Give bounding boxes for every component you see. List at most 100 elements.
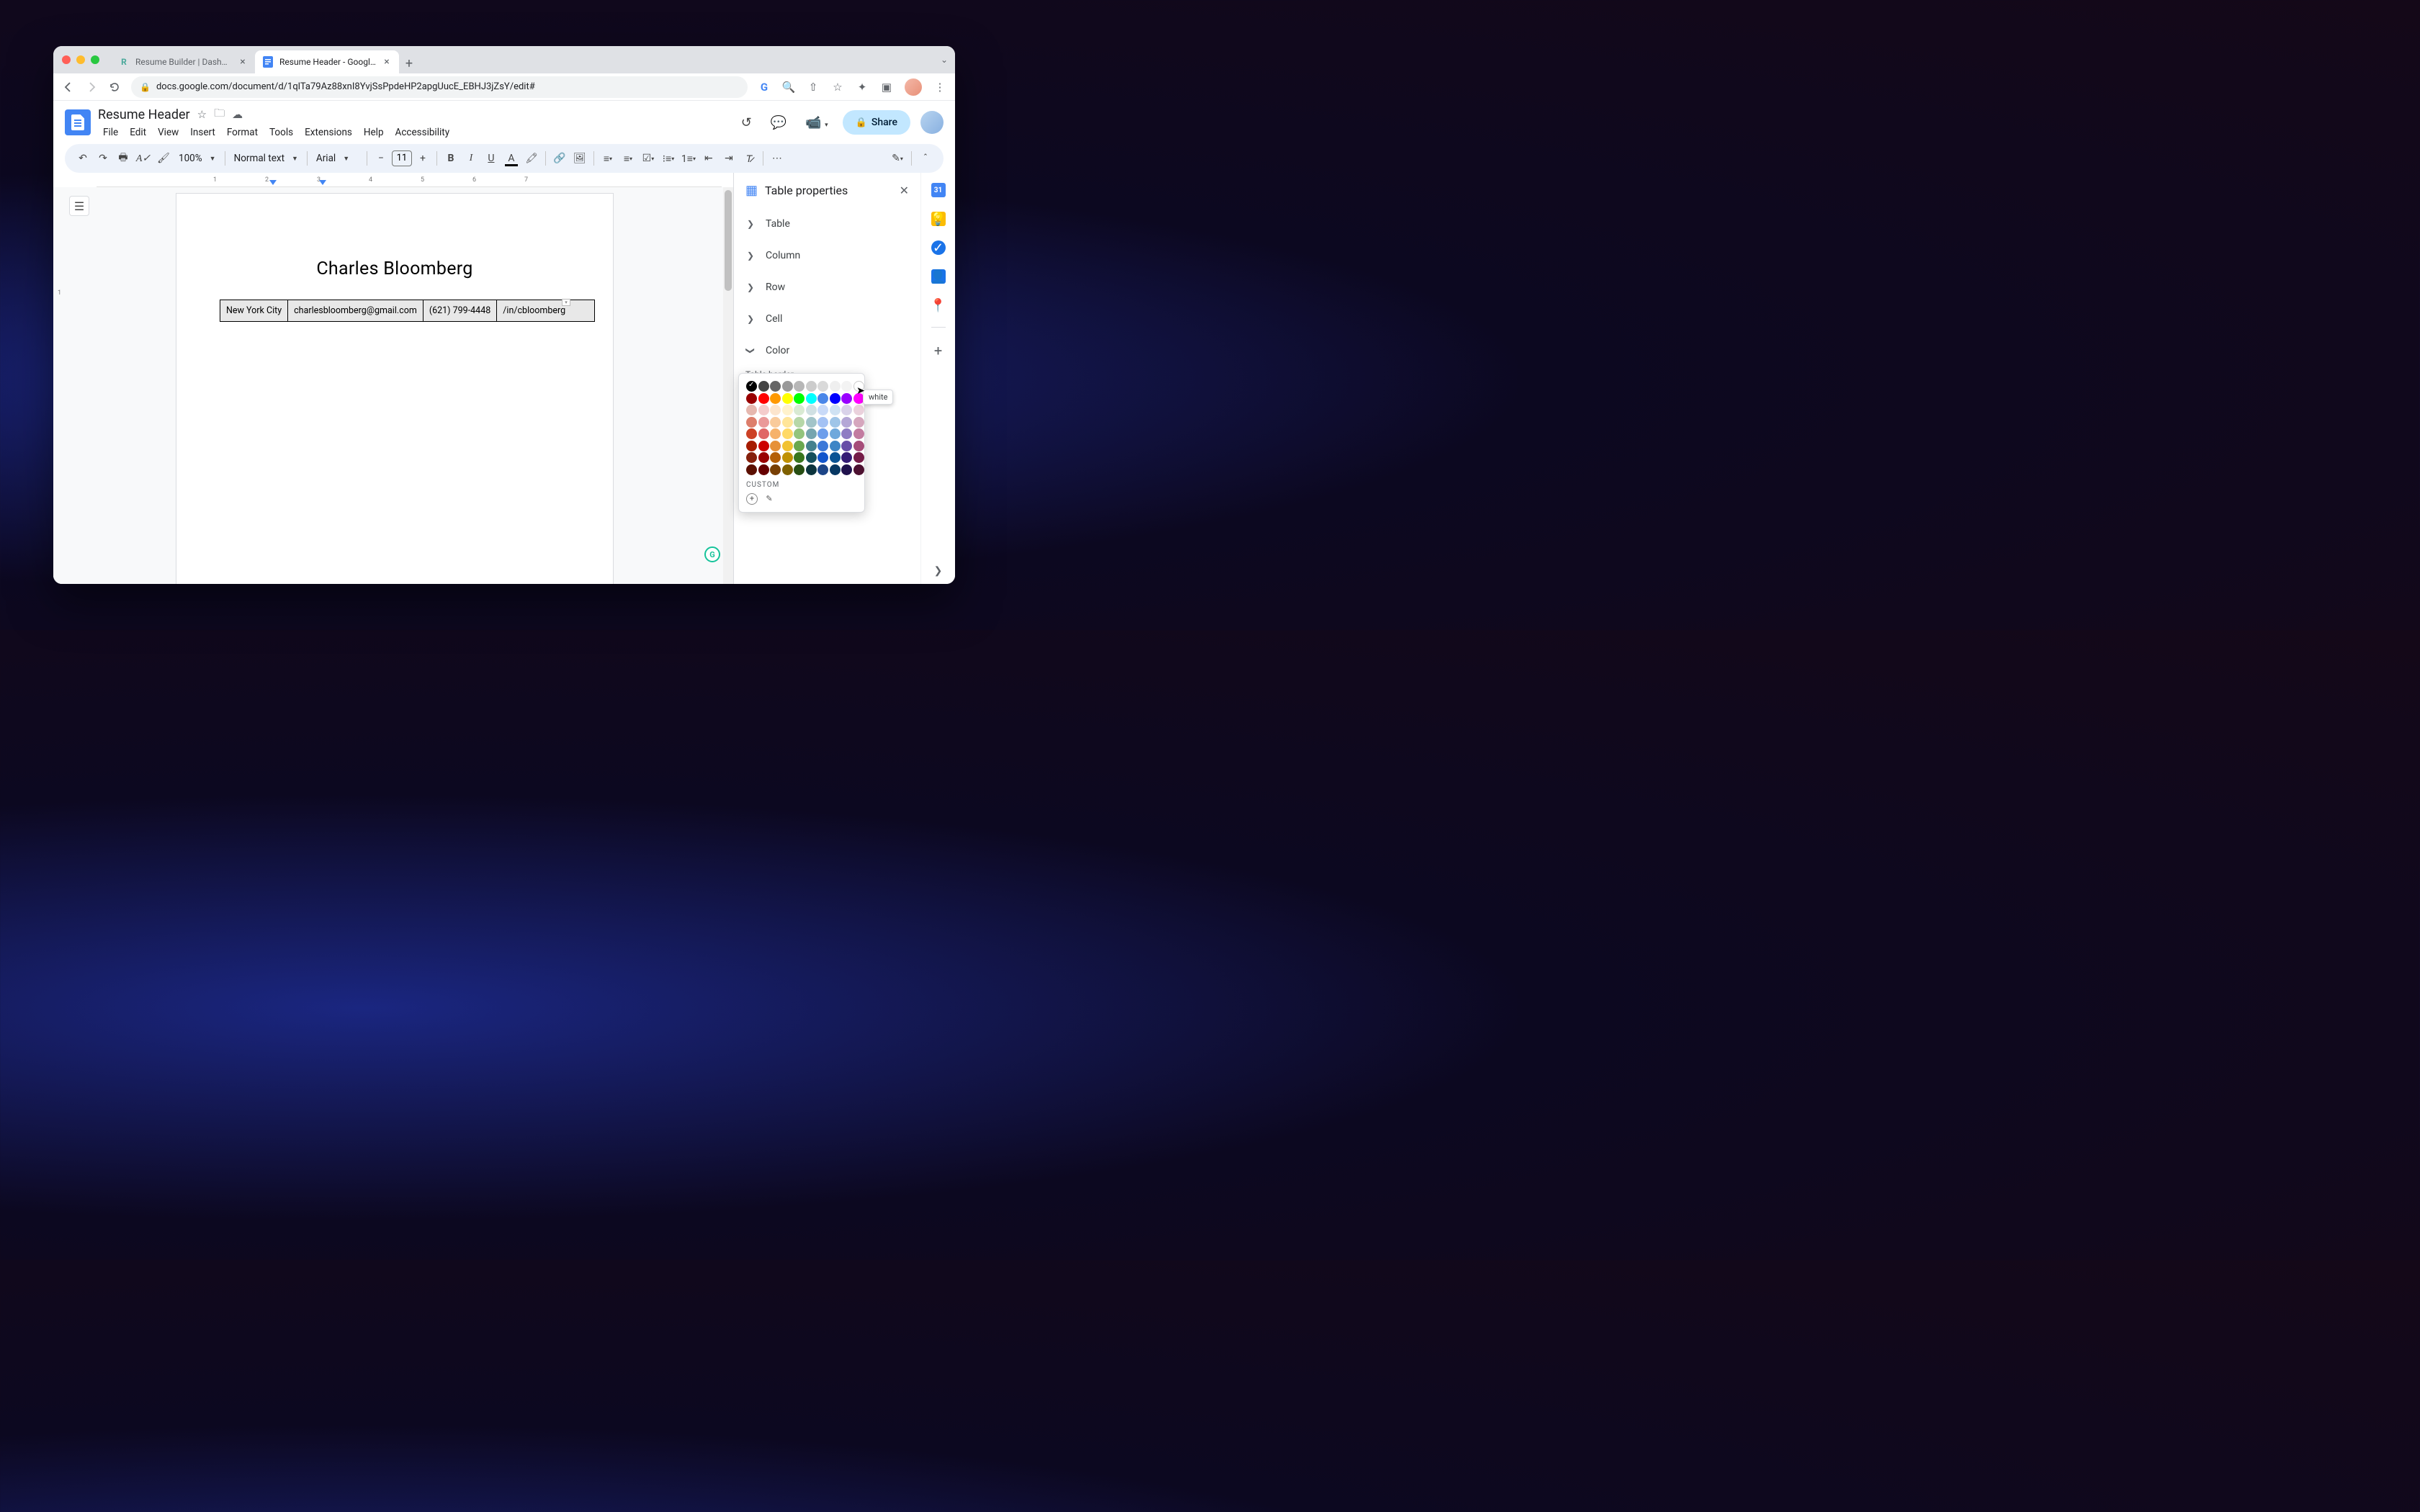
- color-swatch[interactable]: [806, 405, 817, 415]
- color-swatch[interactable]: [841, 441, 852, 451]
- color-swatch[interactable]: [794, 417, 805, 428]
- color-swatch[interactable]: [794, 464, 805, 475]
- color-swatch[interactable]: [841, 452, 852, 463]
- table-cell-phone[interactable]: (621) 799-4448: [423, 300, 496, 322]
- color-swatch[interactable]: [794, 452, 805, 463]
- color-swatch[interactable]: [758, 417, 769, 428]
- color-swatch[interactable]: [770, 441, 781, 451]
- color-swatch[interactable]: [746, 428, 757, 439]
- increase-indent-button[interactable]: ⇥: [720, 149, 738, 168]
- vertical-scrollbar[interactable]: [723, 187, 733, 584]
- section-table[interactable]: ❯Table: [734, 208, 920, 240]
- checklist-button[interactable]: ☑▾: [639, 149, 658, 168]
- color-swatch[interactable]: [758, 393, 769, 404]
- calendar-icon[interactable]: 31: [931, 183, 946, 197]
- color-swatch[interactable]: [841, 417, 852, 428]
- menu-extensions[interactable]: Extensions: [300, 125, 357, 140]
- document-page[interactable]: Charles Bloomberg New York City charlesb…: [176, 193, 614, 584]
- editor-scroll[interactable]: ☰ 1 Charles Bloomberg New York City char…: [53, 187, 733, 584]
- menu-edit[interactable]: Edit: [125, 125, 151, 140]
- maximize-window-button[interactable]: [91, 55, 99, 64]
- numbered-list-button[interactable]: 1≡▾: [679, 149, 698, 168]
- color-swatch[interactable]: [794, 393, 805, 404]
- tasks-icon[interactable]: ✓: [931, 240, 946, 255]
- color-swatch[interactable]: [794, 441, 805, 451]
- browser-tab-resume-builder[interactable]: R Resume Builder | Dashboard ×: [111, 50, 255, 73]
- color-swatch[interactable]: [746, 393, 757, 404]
- color-swatch[interactable]: [758, 464, 769, 475]
- color-swatch[interactable]: [841, 405, 852, 415]
- decrease-font-button[interactable]: −: [372, 149, 390, 168]
- account-avatar[interactable]: [920, 111, 944, 134]
- share-page-icon[interactable]: ⇧: [807, 81, 820, 94]
- color-swatch[interactable]: [806, 393, 817, 404]
- italic-button[interactable]: I: [462, 149, 480, 168]
- document-title[interactable]: Resume Header: [98, 107, 190, 122]
- color-swatch[interactable]: [746, 405, 757, 415]
- keep-icon[interactable]: 💡: [931, 212, 946, 226]
- color-swatch[interactable]: [746, 381, 757, 392]
- paint-format-button[interactable]: 🖌: [154, 149, 173, 168]
- color-swatch[interactable]: [853, 417, 864, 428]
- collapse-toolbar-button[interactable]: ˆ: [916, 149, 935, 168]
- color-swatch[interactable]: [817, 428, 828, 439]
- increase-font-button[interactable]: +: [413, 149, 432, 168]
- color-swatch[interactable]: [782, 441, 793, 451]
- close-tab-icon[interactable]: ×: [382, 57, 392, 67]
- color-swatch[interactable]: [830, 405, 841, 415]
- style-dropdown[interactable]: Normal text▼: [230, 149, 302, 168]
- move-icon[interactable]: 🗀: [214, 106, 225, 124]
- color-swatch[interactable]: [817, 405, 828, 415]
- comments-icon[interactable]: 💬: [766, 111, 791, 135]
- profile-avatar[interactable]: [905, 78, 922, 96]
- bullet-list-button[interactable]: ⁝≡▾: [659, 149, 678, 168]
- clear-formatting-button[interactable]: T̷: [740, 149, 758, 168]
- indent-marker-icon[interactable]: [269, 180, 277, 185]
- color-swatch[interactable]: [746, 441, 757, 451]
- menu-view[interactable]: View: [153, 125, 184, 140]
- url-field[interactable]: 🔒 docs.google.com/document/d/1qlTa79Az88…: [131, 76, 748, 98]
- eyedropper-button[interactable]: ✎: [763, 493, 775, 505]
- vertical-ruler[interactable]: 1: [56, 187, 66, 584]
- share-button[interactable]: 🔒 Share: [843, 110, 910, 135]
- section-cell[interactable]: ❯Cell: [734, 303, 920, 335]
- redo-button[interactable]: ↷: [94, 149, 112, 168]
- editing-mode-button[interactable]: ✎ ▾: [888, 149, 907, 168]
- color-swatch[interactable]: [830, 417, 841, 428]
- color-swatch[interactable]: [758, 428, 769, 439]
- tab-overflow-icon[interactable]: ⌄: [941, 55, 948, 65]
- color-swatch[interactable]: [758, 381, 769, 392]
- section-column[interactable]: ❯Column: [734, 240, 920, 271]
- browser-menu-icon[interactable]: ⋮: [933, 81, 946, 94]
- color-swatch[interactable]: [841, 393, 852, 404]
- color-swatch[interactable]: [794, 405, 805, 415]
- side-panel-icon[interactable]: ▣: [880, 81, 893, 94]
- add-custom-color-button[interactable]: +: [746, 493, 758, 505]
- color-swatch[interactable]: [841, 381, 852, 392]
- color-swatch[interactable]: [853, 452, 864, 463]
- color-swatch[interactable]: [841, 464, 852, 475]
- color-swatch[interactable]: [830, 452, 841, 463]
- close-tab-icon[interactable]: ×: [238, 57, 248, 67]
- color-swatch[interactable]: [794, 428, 805, 439]
- font-size-input[interactable]: 11: [392, 150, 412, 166]
- color-swatch[interactable]: [853, 405, 864, 415]
- color-swatch[interactable]: [853, 428, 864, 439]
- text-color-button[interactable]: A: [502, 149, 521, 168]
- color-swatch[interactable]: [817, 393, 828, 404]
- color-swatch[interactable]: [853, 441, 864, 451]
- menu-accessibility[interactable]: Accessibility: [390, 125, 455, 140]
- color-swatch[interactable]: [782, 381, 793, 392]
- color-swatch[interactable]: [806, 464, 817, 475]
- color-swatch[interactable]: [817, 452, 828, 463]
- contacts-icon[interactable]: 👤: [931, 269, 946, 284]
- menu-insert[interactable]: Insert: [185, 125, 220, 140]
- color-swatch[interactable]: [830, 381, 841, 392]
- menu-help[interactable]: Help: [359, 125, 389, 140]
- history-icon[interactable]: ↺: [737, 111, 756, 135]
- spellcheck-button[interactable]: A✓: [134, 149, 153, 168]
- color-swatch[interactable]: [817, 464, 828, 475]
- color-swatch[interactable]: [782, 393, 793, 404]
- indent-marker-icon[interactable]: [319, 180, 326, 185]
- docs-logo-icon[interactable]: [65, 109, 91, 135]
